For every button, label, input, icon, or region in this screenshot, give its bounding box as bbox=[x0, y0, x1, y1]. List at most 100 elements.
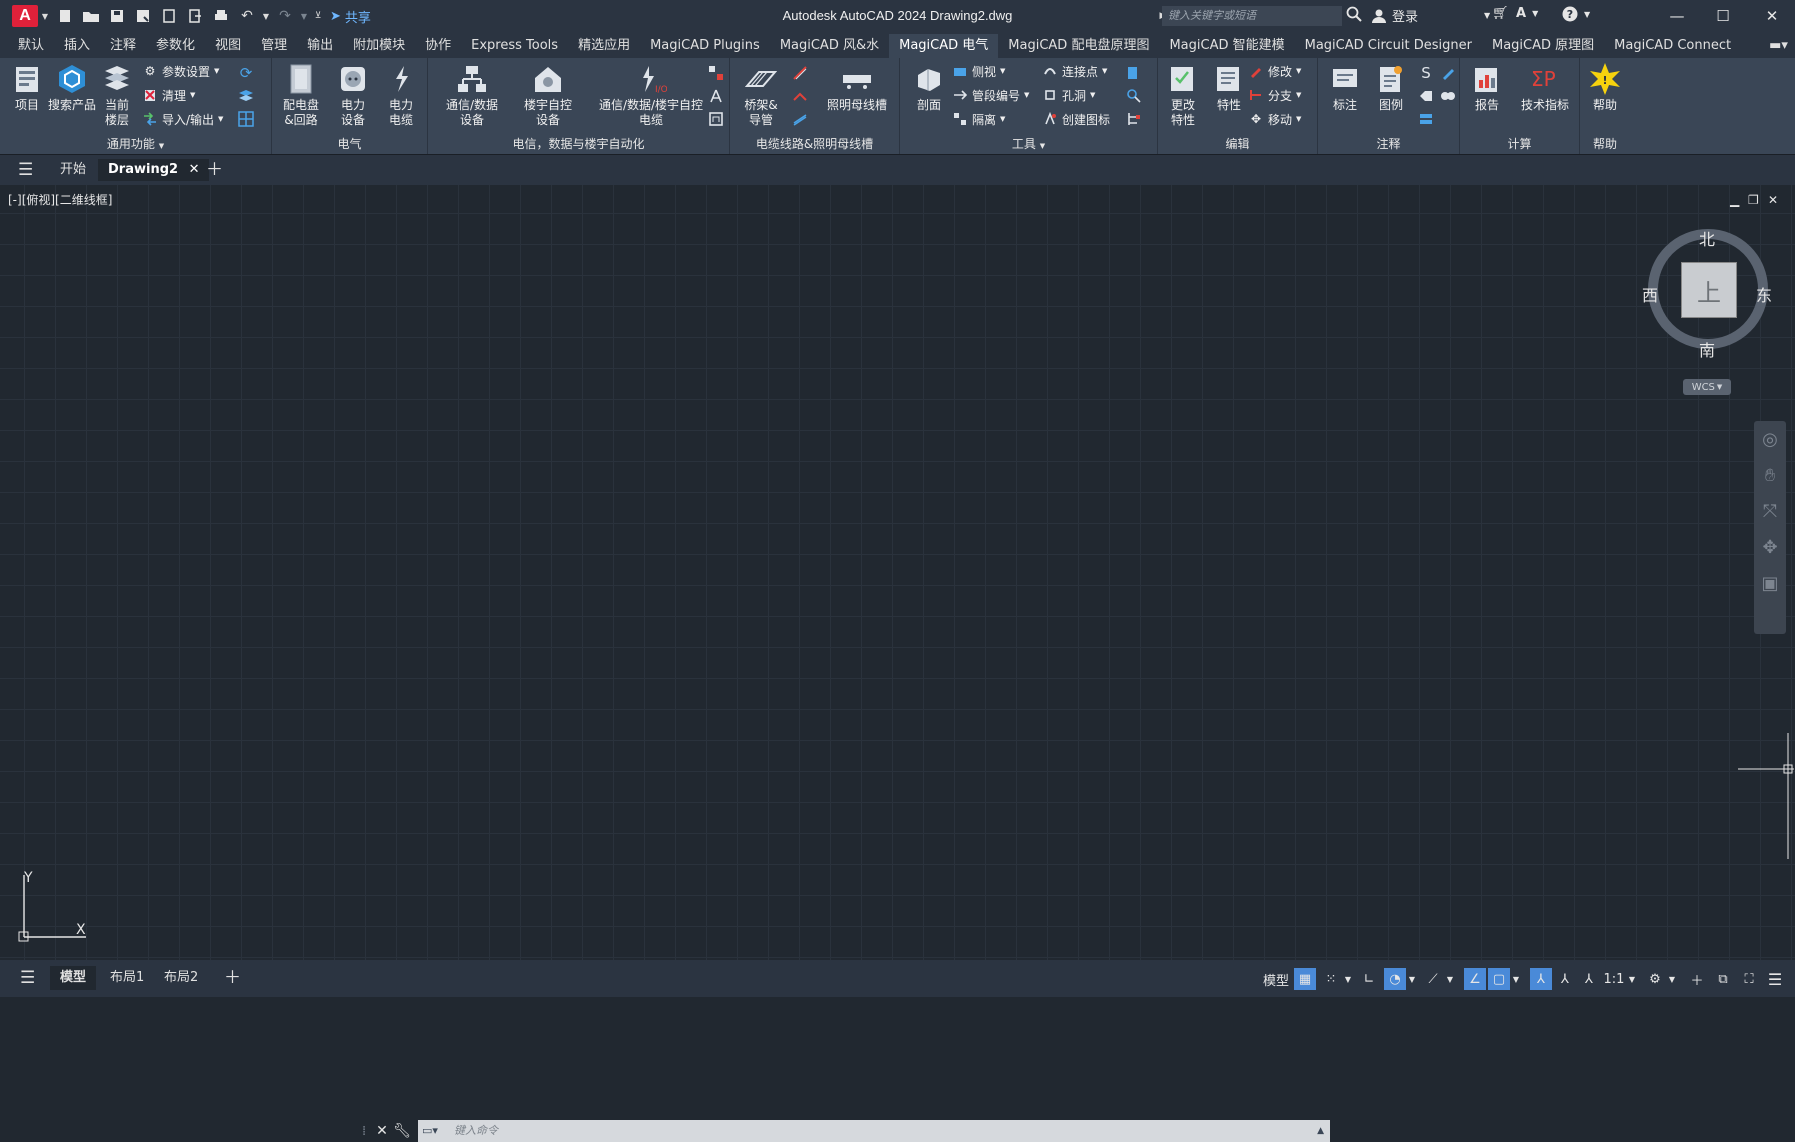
new-layout-button[interactable]: ＋ bbox=[214, 966, 251, 990]
panel-circuit-button[interactable]: 配电盘 &回路 bbox=[276, 62, 326, 128]
tab-featured-apps[interactable]: 精选应用 bbox=[568, 34, 640, 58]
tab-magicad-schematics[interactable]: MagiCAD 原理图 bbox=[1482, 34, 1604, 58]
app-menu-button[interactable]: A bbox=[12, 5, 38, 27]
snap-dropdown[interactable]: ▼ bbox=[1342, 968, 1354, 990]
polar-tracking-button[interactable]: ◔ bbox=[1384, 968, 1406, 990]
legend-button[interactable]: 图例 bbox=[1366, 62, 1416, 113]
new-tab-button[interactable]: ＋ bbox=[196, 159, 233, 181]
compass-south[interactable]: 南 bbox=[1699, 337, 1715, 361]
customize-quick-access-icon[interactable]: ⊻ bbox=[312, 5, 324, 27]
tab-start[interactable]: 开始 bbox=[50, 159, 96, 181]
command-history-caret-icon[interactable]: ▲ bbox=[1317, 1120, 1324, 1142]
power-device-button[interactable]: 电力 设备 bbox=[328, 62, 378, 128]
undo-icon[interactable]: ↶ bbox=[236, 5, 258, 27]
layout-tab-model[interactable]: 模型 bbox=[50, 966, 97, 990]
close-button[interactable]: ✕ bbox=[1749, 0, 1795, 32]
object-snap-dropdown[interactable]: ▼ bbox=[1510, 968, 1522, 990]
comm-device-button[interactable]: 通信/数据 设备 bbox=[436, 62, 508, 128]
isometric-dropdown[interactable]: ▼ bbox=[1444, 968, 1456, 990]
zoom-extents-button[interactable]: ⤧ bbox=[1754, 493, 1786, 529]
route-tool-3-button[interactable] bbox=[790, 109, 810, 129]
wcs-menu-button[interactable]: WCS ▼ bbox=[1683, 379, 1731, 395]
cart-button[interactable]: 🛒︎ bbox=[1492, 6, 1509, 21]
grid-tool-button[interactable] bbox=[236, 109, 256, 129]
branch-button[interactable]: 分支 ▼ bbox=[1248, 85, 1301, 105]
save-as-icon[interactable] bbox=[132, 5, 154, 27]
polar-dropdown[interactable]: ▼ bbox=[1406, 968, 1418, 990]
chevron-down-icon[interactable]: ▼ bbox=[40, 5, 50, 27]
search-button[interactable] bbox=[1346, 6, 1362, 22]
minimize-button[interactable]: — bbox=[1654, 0, 1700, 32]
compass-west[interactable]: 西 bbox=[1642, 282, 1658, 306]
viewport-minimize-button[interactable]: ▁ bbox=[1730, 193, 1739, 207]
object-snap-button[interactable]: ▢ bbox=[1488, 968, 1510, 990]
tab-magicad-electrical[interactable]: MagiCAD 电气 bbox=[889, 34, 999, 58]
section-button[interactable]: 剖面 bbox=[904, 62, 954, 113]
new-file-icon[interactable] bbox=[54, 5, 76, 27]
annotation-tool-3-button[interactable] bbox=[1416, 86, 1436, 106]
compass-north[interactable]: 北 bbox=[1699, 226, 1715, 250]
publish-icon[interactable] bbox=[158, 5, 180, 27]
maximize-button[interactable]: ☐ bbox=[1700, 0, 1746, 32]
tab-magicad-plugins[interactable]: MagiCAD Plugins bbox=[640, 34, 770, 58]
export-icon[interactable] bbox=[184, 5, 206, 27]
tools-extra-2-button[interactable] bbox=[1124, 86, 1144, 106]
search-product-button[interactable]: 搜索产品 bbox=[48, 62, 96, 113]
save-icon[interactable] bbox=[106, 5, 128, 27]
param-settings-button[interactable]: ⚙ 参数设置 ▼ bbox=[142, 61, 220, 81]
layout-menu-button[interactable]: ☰ bbox=[10, 966, 45, 990]
annotation-tool-5-button[interactable] bbox=[1416, 109, 1436, 129]
side-view-button[interactable]: 侧视 ▼ bbox=[952, 61, 1005, 81]
tab-magicad-hvac[interactable]: MagiCAD 风&水 bbox=[770, 34, 889, 58]
import-export-button[interactable]: 导入/输出 ▼ bbox=[142, 109, 223, 129]
ortho-mode-button[interactable]: ∟ bbox=[1358, 968, 1380, 990]
showmotion-button[interactable]: ▣ bbox=[1754, 565, 1786, 601]
viewport-controls-label[interactable]: [-][俯视][二维线框] bbox=[8, 191, 112, 208]
tab-insert[interactable]: 插入 bbox=[54, 34, 100, 58]
workspace-switch-button[interactable]: ⚙ bbox=[1644, 968, 1666, 990]
drag-handle-icon[interactable]: ⁞ bbox=[362, 1124, 372, 1139]
annotation-scale-value[interactable]: 1:1 bbox=[1602, 968, 1626, 990]
layers-tool-button[interactable] bbox=[236, 86, 256, 106]
annotation-tool-1-button[interactable]: S bbox=[1416, 63, 1436, 83]
grid-display-button[interactable]: ▦ bbox=[1294, 968, 1316, 990]
layout-tab-1[interactable]: 布局1 bbox=[100, 966, 154, 990]
cleanup-button[interactable]: 清理 ▼ bbox=[142, 85, 195, 105]
clean-screen-button[interactable]: ⛶ bbox=[1738, 968, 1760, 990]
power-cable-button[interactable]: 电力 电缆 bbox=[376, 62, 426, 128]
help-menu-button[interactable]: ? ▼ bbox=[1562, 6, 1590, 22]
create-symbol-button[interactable]: 创建图标 bbox=[1042, 109, 1110, 129]
model-space-button[interactable]: 模型 bbox=[1262, 968, 1290, 990]
layout-tab-2[interactable]: 布局2 bbox=[154, 966, 208, 990]
viewport-restore-button[interactable]: ❐ bbox=[1748, 193, 1759, 207]
tab-annotate[interactable]: 注释 bbox=[100, 34, 146, 58]
hole-button[interactable]: 孔洞 ▼ bbox=[1042, 85, 1095, 105]
panel-general-title[interactable]: 通用功能 ▼ bbox=[0, 135, 271, 152]
command-input[interactable]: ▭▾ 键入命令 ▲ bbox=[418, 1120, 1330, 1142]
modify-button[interactable]: 修改 ▼ bbox=[1248, 61, 1301, 81]
tab-manage[interactable]: 管理 bbox=[251, 34, 297, 58]
annotation-monitor-button[interactable]: ＋ bbox=[1686, 968, 1708, 990]
tab-addins[interactable]: 附加模块 bbox=[343, 34, 415, 58]
isolate-objects-button[interactable]: ⧉ bbox=[1712, 968, 1734, 990]
compass-east[interactable]: 东 bbox=[1756, 282, 1772, 306]
tab-magicad-circuit-designer[interactable]: MagiCAD Circuit Designer bbox=[1295, 34, 1482, 58]
telecom-tool-1-button[interactable] bbox=[706, 63, 726, 83]
ribbon-toggle-button[interactable]: ▬▾ bbox=[1759, 34, 1795, 58]
orbit-button[interactable]: ✥ bbox=[1754, 529, 1786, 565]
annotation-visibility-button[interactable]: ⅄ bbox=[1530, 968, 1552, 990]
share-button[interactable]: ➤ 共享 bbox=[330, 7, 371, 26]
dimension-button[interactable]: 标注 bbox=[1320, 62, 1370, 113]
tab-collaborate[interactable]: 协作 bbox=[415, 34, 461, 58]
tab-magicad-switchboard[interactable]: MagiCAD 配电盘原理图 bbox=[998, 34, 1159, 58]
connect-point-button[interactable]: 连接点 ▼ bbox=[1042, 61, 1107, 81]
print-icon[interactable] bbox=[210, 5, 232, 27]
annotation-scale-icon-button[interactable]: ⅄ bbox=[1578, 968, 1600, 990]
command-customize-wrench-icon[interactable]: 🔧︎ bbox=[392, 1123, 412, 1139]
pan-button[interactable]: ✋︎ bbox=[1754, 457, 1786, 493]
tools-extra-1-button[interactable] bbox=[1124, 63, 1144, 83]
pipe-number-button[interactable]: 管段编号 ▼ bbox=[952, 85, 1029, 105]
tab-parametric[interactable]: 参数化 bbox=[146, 34, 205, 58]
tray-conduit-button[interactable]: 桥架& 导管 bbox=[736, 62, 786, 128]
annotation-tool-2-button[interactable] bbox=[1438, 63, 1458, 83]
